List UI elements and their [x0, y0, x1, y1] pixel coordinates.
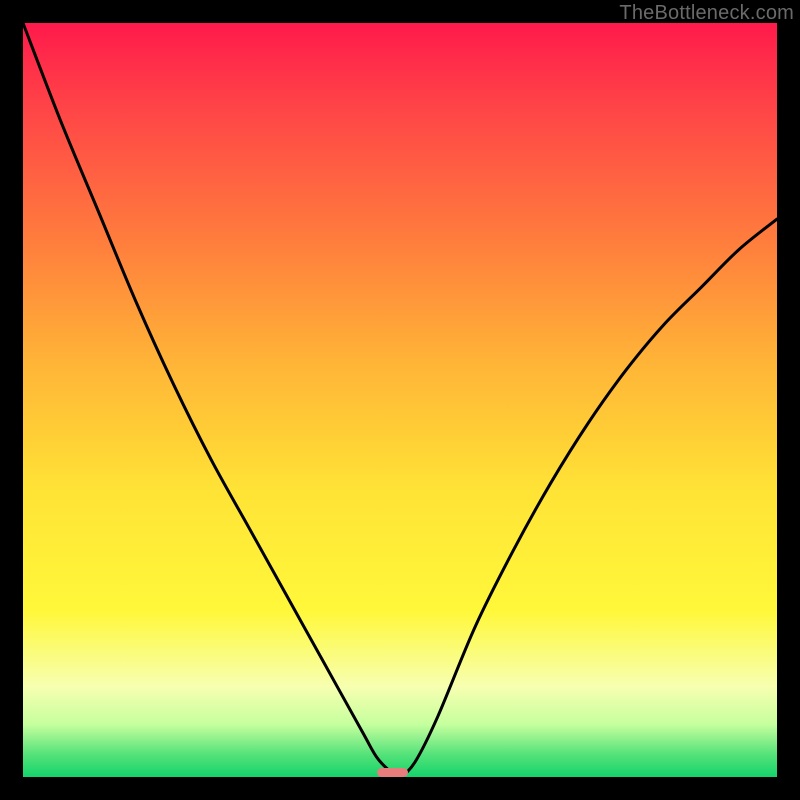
chart-frame: TheBottleneck.com	[0, 0, 800, 800]
plot-area	[23, 23, 777, 777]
bottleneck-curve	[23, 23, 777, 777]
optimum-marker	[377, 768, 407, 777]
watermark-text: TheBottleneck.com	[619, 2, 794, 25]
